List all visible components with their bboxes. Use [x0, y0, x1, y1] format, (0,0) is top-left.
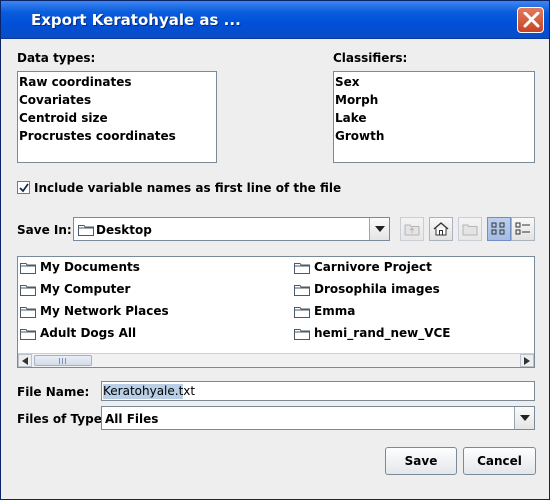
data-types-list[interactable]: Raw coordinates Covariates Centroid size…	[17, 71, 217, 163]
file-name-label: File Name:	[17, 385, 90, 399]
list-item-label: Carnivore Project	[314, 260, 432, 274]
include-names-label[interactable]: Include variable names as first line of …	[34, 181, 341, 195]
files-of-type-value: All Files	[105, 412, 159, 426]
folder-icon	[294, 285, 310, 296]
list-item-label: hemi_rand_new_VCE	[314, 326, 451, 340]
folder-icon	[78, 225, 94, 236]
list-item-label: Adult Dogs All	[40, 326, 137, 340]
folder-icon	[294, 329, 310, 340]
files-of-type-label: Files of Type:	[17, 412, 107, 426]
list-item[interactable]: Procrustes coordinates	[19, 129, 176, 143]
list-item-label: Drosophila images	[314, 282, 440, 296]
cancel-button[interactable]: Cancel	[463, 447, 536, 475]
folder-icon	[20, 263, 36, 274]
chevron-down-icon	[375, 226, 385, 232]
list-item-label: Emma	[314, 304, 356, 318]
new-folder-button[interactable]	[458, 217, 482, 241]
file-name-field[interactable]	[101, 381, 535, 401]
checkmark-icon	[19, 183, 29, 193]
up-one-level-icon	[404, 224, 420, 236]
list-item[interactable]: Lake	[335, 111, 367, 125]
close-icon	[523, 12, 540, 28]
save-in-value: Desktop	[96, 223, 152, 237]
classifiers-label: Classifiers:	[333, 51, 408, 65]
classifiers-list[interactable]: Sex Morph Lake Growth	[333, 71, 535, 163]
title-bar[interactable]: Export Keratohyale as ...	[1, 1, 549, 39]
file-name-input[interactable]	[102, 382, 534, 400]
horizontal-scrollbar[interactable]	[18, 353, 534, 367]
list-item[interactable]: Covariates	[19, 93, 91, 107]
home-icon	[433, 222, 449, 236]
files-of-type-combo[interactable]: All Files	[101, 406, 535, 430]
list-view-button[interactable]	[487, 217, 511, 241]
up-one-level-button[interactable]	[400, 217, 424, 241]
scroll-right-button[interactable]	[520, 354, 534, 367]
list-item[interactable]: Sex	[335, 75, 360, 89]
list-item[interactable]: Raw coordinates	[19, 75, 131, 89]
list-view-icon	[491, 222, 505, 235]
folder-icon	[20, 329, 36, 340]
export-dialog: Export Keratohyale as ... Data types: Ra…	[0, 0, 550, 500]
folder-icon	[294, 307, 310, 318]
list-item-label: My Computer	[40, 282, 131, 296]
include-names-checkbox[interactable]	[17, 181, 30, 194]
save-in-label: Save In:	[17, 223, 72, 237]
window-title: Export Keratohyale as ...	[31, 11, 241, 29]
folder-icon	[294, 263, 310, 274]
close-button[interactable]	[517, 7, 544, 33]
new-folder-icon	[462, 224, 478, 236]
list-item[interactable]: Centroid size	[19, 111, 108, 125]
list-item-label: My Documents	[40, 260, 140, 274]
list-item[interactable]: Growth	[335, 129, 384, 143]
details-view-button[interactable]	[511, 217, 535, 241]
scroll-left-button[interactable]	[18, 354, 32, 367]
chevron-right-icon	[524, 357, 530, 365]
details-view-icon	[515, 222, 530, 235]
home-button[interactable]	[429, 217, 453, 241]
folder-icon	[20, 285, 36, 296]
folder-icon	[20, 307, 36, 318]
save-button[interactable]: Save	[385, 447, 457, 475]
save-in-dropdown-button[interactable]	[369, 218, 389, 240]
chevron-left-icon	[22, 357, 28, 365]
save-in-combo[interactable]: Desktop	[73, 217, 390, 241]
chevron-down-icon	[520, 415, 530, 421]
list-item[interactable]: Morph	[335, 93, 378, 107]
files-of-type-dropdown-button[interactable]	[514, 407, 534, 429]
data-types-label: Data types:	[17, 51, 96, 65]
list-item-label: My Network Places	[40, 304, 169, 318]
file-list[interactable]: My Documents My Computer My Network Plac…	[17, 256, 535, 368]
scroll-thumb[interactable]	[34, 355, 92, 366]
